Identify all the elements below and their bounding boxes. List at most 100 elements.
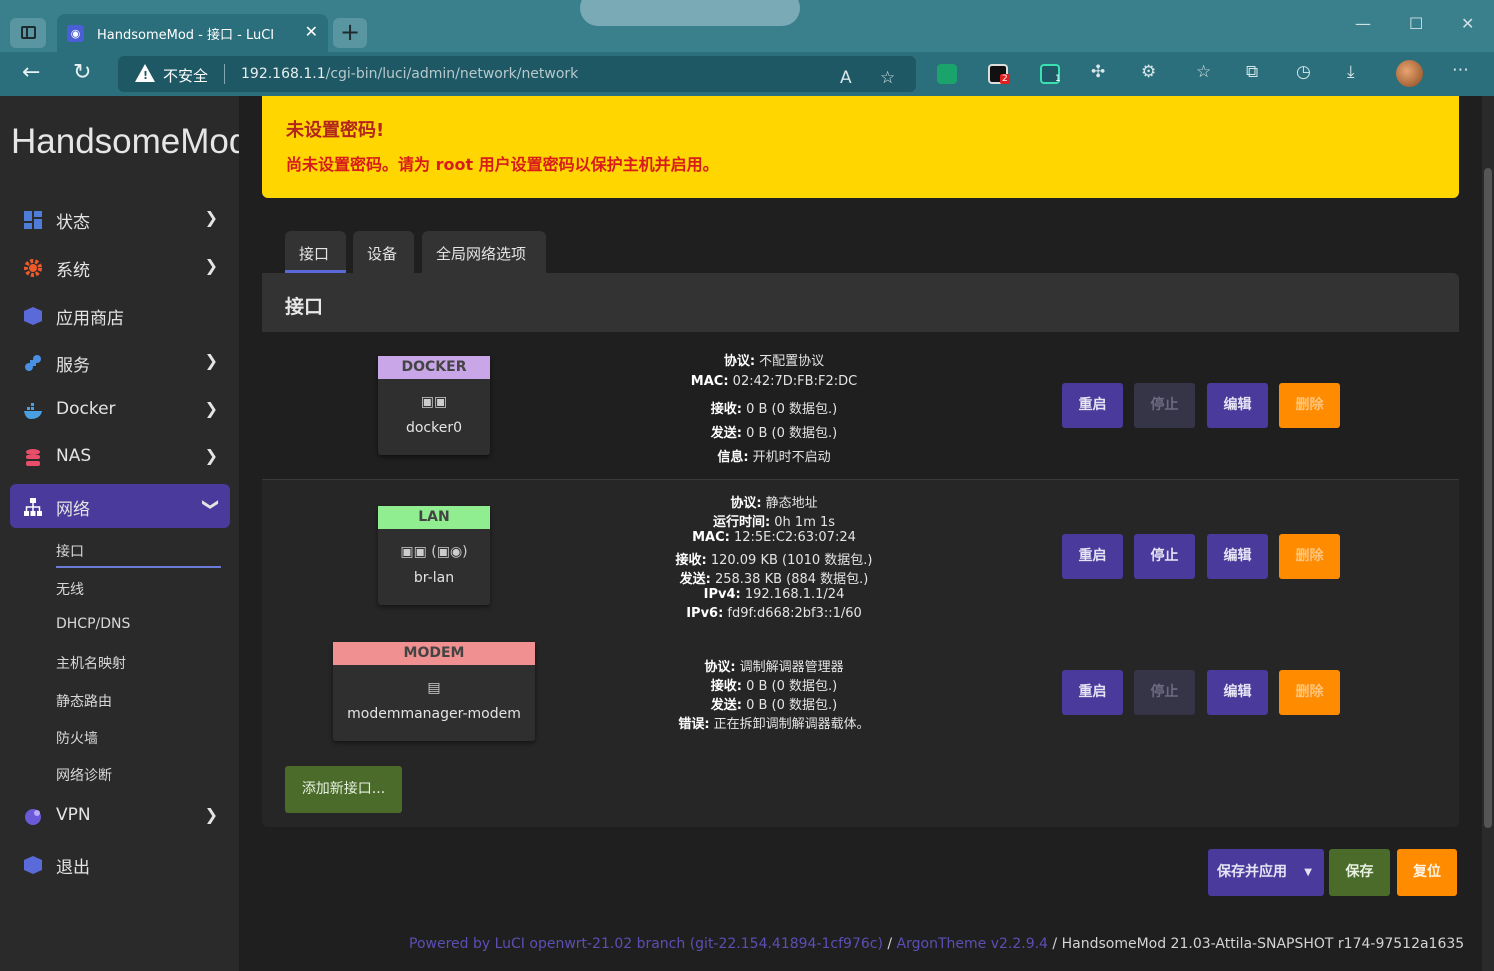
tab-actions-icon[interactable]	[10, 18, 46, 48]
chevron-right-icon: ❯	[204, 399, 218, 418]
globe-icon	[25, 809, 41, 825]
stat-line: 接收: 0 B (0 数据包.)	[710, 402, 838, 417]
browser-tab-active[interactable]: ◉ HandsomeMod - 接口 - LuCI ✕	[57, 14, 328, 52]
delete-button[interactable]: 删除	[1279, 383, 1340, 428]
tab-label: 全局网络选项	[436, 245, 527, 263]
stat-line: MAC: 12:5E:C2:63:07:24	[692, 530, 856, 545]
footer-separator: /	[882, 936, 897, 952]
interface-device: br-lan	[413, 570, 455, 586]
alert-title: 未设置密码!	[286, 120, 385, 141]
scrollbar-thumb[interactable]	[1484, 168, 1492, 828]
save-apply-button[interactable]: 保存并应用 ▼	[1208, 849, 1324, 896]
interface-badge-modem[interactable]: MODEM ▤ modemmanager-modem	[333, 642, 535, 741]
submenu-item-wireless[interactable]: 无线	[56, 579, 84, 599]
theme-cloud-decoration	[580, 0, 800, 26]
tab-interfaces[interactable]: 接口	[285, 231, 346, 273]
brand-logo[interactable]: HandsomeMod	[11, 122, 239, 162]
stop-button[interactable]: 停止	[1134, 534, 1195, 579]
save-button[interactable]: 保存	[1329, 849, 1390, 896]
edit-button[interactable]: 编辑	[1207, 534, 1268, 579]
sidebar-item-label: 状态	[56, 213, 90, 233]
chevron-right-icon: ❯	[204, 446, 218, 465]
submenu-item-hostnames[interactable]: 主机名映射	[56, 653, 126, 673]
new-tab-button[interactable]: +	[333, 18, 367, 48]
refresh-icon[interactable]: ↻	[73, 60, 91, 85]
extension-s-icon[interactable]: 1	[1040, 64, 1061, 84]
maximize-icon[interactable]: ☐	[1409, 14, 1423, 33]
chevron-right-icon: ❯	[204, 256, 218, 275]
submenu-item-dhcp-dns[interactable]: DHCP/DNS	[56, 616, 130, 632]
interface-name: MODEM	[333, 642, 535, 665]
sidebar-item-nas[interactable]: NAS ❯	[10, 435, 230, 479]
stat-line: 协议: 调制解调器管理器	[704, 660, 844, 675]
add-favorite-icon[interactable]: ☆	[880, 68, 895, 88]
gear-icon	[24, 259, 42, 277]
extension-puzzle-icon[interactable]: ✣	[1091, 62, 1105, 82]
download-icon[interactable]: ⤓	[1347, 62, 1355, 82]
edit-button[interactable]: 编辑	[1207, 670, 1268, 715]
extensions-icon[interactable]: ⚙	[1141, 62, 1156, 82]
url-text[interactable]: 192.168.1.1/cgi-bin/luci/admin/network/n…	[241, 66, 578, 82]
database-icon	[26, 449, 40, 466]
footer: Powered by LuCI openwrt-21.02 branch (gi…	[409, 936, 1464, 952]
extension-code-icon[interactable]	[937, 64, 957, 84]
restart-button[interactable]: 重启	[1062, 534, 1123, 579]
stop-button[interactable]: 停止	[1134, 670, 1195, 715]
sidebar-item-docker[interactable]: Docker ❯	[10, 388, 230, 432]
interface-badge-docker[interactable]: DOCKER ▣▣ docker0	[378, 356, 490, 455]
dashboard-icon	[24, 211, 42, 229]
footer-version: HandsomeMod 21.03-Attila-SNAPSHOT r174-9…	[1061, 936, 1465, 952]
sidebar-item-system[interactable]: 系统 ❯	[10, 245, 230, 289]
caret-down-icon[interactable]: ▼	[1304, 849, 1312, 896]
more-icon[interactable]: ⋯	[1452, 60, 1469, 80]
edit-button[interactable]: 编辑	[1207, 383, 1268, 428]
footer-luci-link[interactable]: Powered by LuCI openwrt-21.02 branch (gi…	[409, 936, 883, 952]
submenu-item-static-routes[interactable]: 静态路由	[56, 691, 112, 711]
sidebar-item-services[interactable]: 服务 ❯	[10, 340, 230, 384]
stop-button[interactable]: 停止	[1134, 383, 1195, 428]
read-aloud-icon[interactable]: A	[840, 68, 852, 88]
sidebar-item-network[interactable]: 网络 ❯	[10, 484, 230, 528]
submenu-item-firewall[interactable]: 防火墙	[56, 728, 98, 748]
page-scrollbar[interactable]	[1482, 96, 1494, 971]
close-window-icon[interactable]: ✕	[1461, 14, 1474, 33]
sidebar-item-label: 退出	[56, 858, 90, 878]
collections-icon[interactable]: ⧉	[1246, 62, 1258, 82]
sidebar-item-logout[interactable]: 退出	[10, 842, 230, 886]
add-interface-button[interactable]: 添加新接口...	[285, 766, 402, 813]
sidebar: HandsomeMod 状态 ❯ 系统 ❯ 应用商店 服务 ❯ Docker ❯…	[0, 96, 239, 971]
sidebar-item-app-store[interactable]: 应用商店	[10, 293, 230, 337]
interface-device: modemmanager-modem	[347, 706, 521, 722]
restart-button[interactable]: 重启	[1062, 383, 1123, 428]
network-device-icon: ▣▣	[420, 394, 448, 410]
stat-line: 发送: 258.38 KB (884 数据包.)	[679, 572, 869, 587]
profile-avatar[interactable]	[1396, 60, 1423, 87]
minimize-icon[interactable]: —	[1355, 14, 1371, 33]
delete-button[interactable]: 删除	[1279, 670, 1340, 715]
stat-line: 错误: 正在拆卸调制解调器载体。	[678, 717, 870, 732]
close-tab-icon[interactable]: ✕	[305, 22, 318, 41]
address-bar[interactable]: ! 不安全 192.168.1.1/cgi-bin/luci/admin/net…	[118, 56, 916, 92]
sidebar-item-vpn[interactable]: VPN ❯	[10, 794, 230, 838]
tab-label: 接口	[299, 245, 330, 263]
tab-label: 设备	[367, 245, 398, 263]
history-icon[interactable]: ◷	[1296, 62, 1311, 82]
stat-line: 接收: 120.09 KB (1010 数据包.)	[675, 553, 873, 568]
submenu-item-diagnostics[interactable]: 网络诊断	[56, 765, 112, 785]
sidebar-item-status[interactable]: 状态 ❯	[10, 197, 230, 241]
stat-line: 发送: 0 B (0 数据包.)	[710, 698, 838, 713]
submenu-item-interfaces[interactable]: 接口	[56, 541, 84, 561]
favorites-icon[interactable]: ☆	[1196, 62, 1211, 82]
reset-button[interactable]: 复位	[1397, 849, 1457, 896]
tab-devices[interactable]: 设备	[353, 231, 414, 273]
restart-button[interactable]: 重启	[1062, 670, 1123, 715]
back-icon[interactable]: ←	[22, 60, 40, 85]
security-label[interactable]: 不安全	[163, 65, 208, 86]
footer-theme-link[interactable]: ArgonTheme v2.2.9.4	[897, 936, 1048, 952]
stat-line: 运行时间: 0h 1m 1s	[712, 515, 836, 530]
extension-recorder-icon[interactable]: 2	[988, 64, 1010, 84]
panel-title: 接口	[285, 296, 324, 318]
tab-global-options[interactable]: 全局网络选项	[422, 231, 546, 273]
delete-button[interactable]: 删除	[1279, 534, 1340, 579]
interface-badge-lan[interactable]: LAN ▣▣ (▣◉) br-lan	[378, 506, 490, 605]
